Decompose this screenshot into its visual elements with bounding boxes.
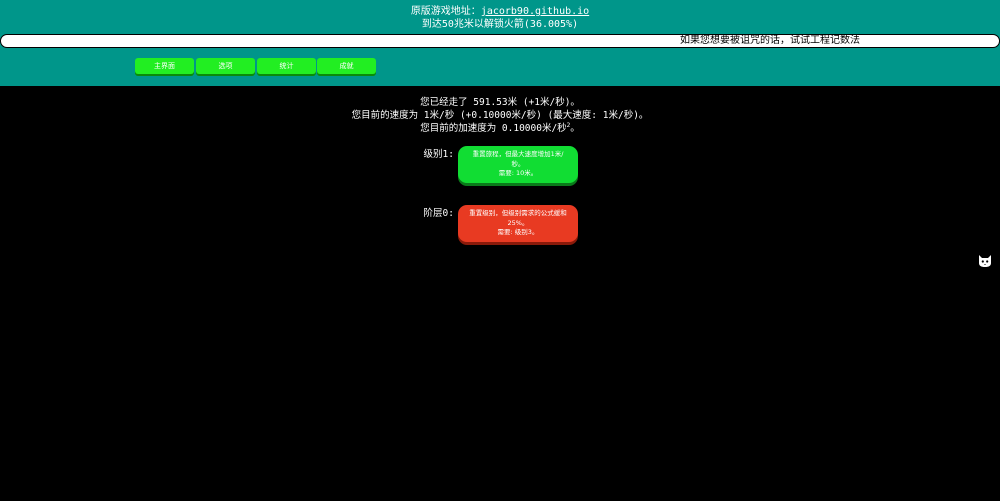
tab-achievements[interactable]: 成就 xyxy=(317,58,376,74)
tier-label: 阶层0: xyxy=(423,208,454,219)
acceleration-end: 。 xyxy=(570,123,580,134)
stats-panel: 您已经走了 591.53米 (+1米/秒)。 您目前的速度为 1米/秒 (+0.… xyxy=(0,96,1000,135)
velocity-text: 您目前的速度为 1米/秒 (+0.10000米/秒) (最大速度: 1米/秒)。 xyxy=(351,110,649,121)
tier-reset-description: 重置级别，但级别需求的公式缓和25%。 xyxy=(469,209,567,227)
rank-reset-description: 重置旅程，但最大速度增加1米/秒。 xyxy=(472,150,564,168)
rank-label: 级别1: xyxy=(423,149,454,160)
news-ticker: 如果您想要被诅咒的话，试试工程记数法 xyxy=(0,34,1000,48)
tab-statistics[interactable]: 统计 xyxy=(257,58,316,74)
rank-reset-button[interactable]: 重置旅程，但最大速度增加1米/秒。 需要: 10米。 xyxy=(458,146,578,183)
original-game-line: 原版游戏地址：jacorb90.github.io xyxy=(0,5,1000,18)
original-game-link[interactable]: jacorb90.github.io xyxy=(481,6,589,17)
tier-reset-button[interactable]: 重置级别，但级别需求的公式缓和25%。 需要: 级别3。 xyxy=(458,205,578,242)
news-text: 如果您想要被诅咒的话，试试工程记数法 xyxy=(680,35,860,46)
acceleration-text: 您目前的加速度为 0.10000米/秒 xyxy=(420,123,567,134)
goal-text: 到达50兆米以解锁火箭(36.005%) xyxy=(421,19,579,30)
tab-main[interactable]: 主界面 xyxy=(135,58,194,74)
acceleration-line: 您目前的加速度为 0.10000米/秒2。 xyxy=(0,122,1000,135)
tab-options[interactable]: 选项 xyxy=(196,58,255,74)
cat-icon[interactable] xyxy=(977,253,993,269)
rank-reset-requirement: 需要: 10米。 xyxy=(498,169,538,178)
header-bar: 原版游戏地址：jacorb90.github.io 到达50兆米以解锁火箭(36… xyxy=(0,0,1000,86)
tier-reset-requirement: 需要: 级别3。 xyxy=(497,228,539,237)
original-game-label: 原版游戏地址： xyxy=(410,6,481,17)
distance-text: 您已经走了 591.53米 (+1米/秒)。 xyxy=(420,97,580,108)
